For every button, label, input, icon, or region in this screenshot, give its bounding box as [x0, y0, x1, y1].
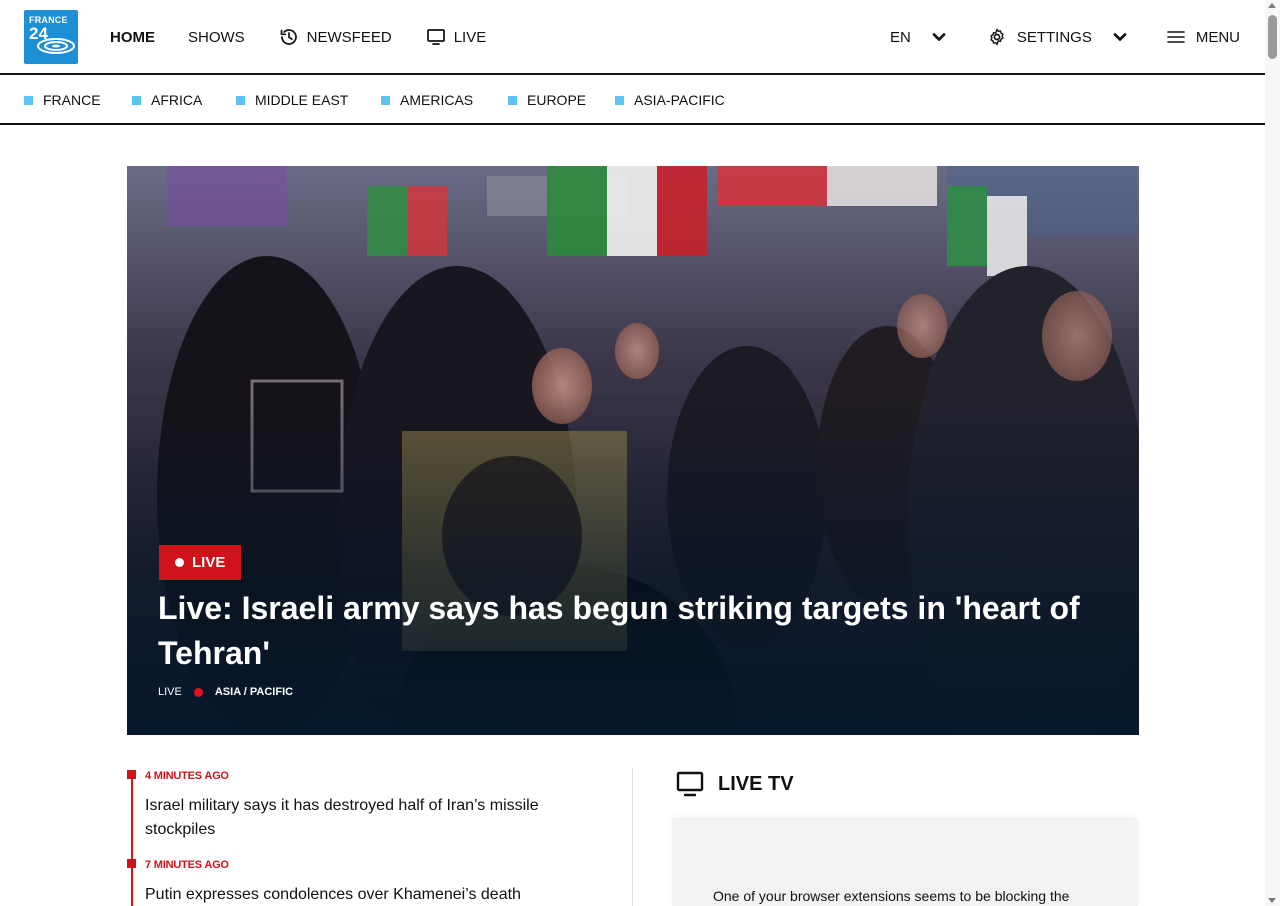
nav-newsfeed-label: NEWSFEED	[306, 28, 392, 46]
menu-label: MENU	[1195, 28, 1240, 46]
settings-label: SETTINGS	[1016, 28, 1092, 46]
scroll-thumb[interactable]	[1268, 15, 1277, 59]
scroll-down-arrow-icon[interactable]	[1268, 898, 1276, 903]
live-dot-icon	[175, 558, 184, 567]
feed-timeline	[131, 772, 133, 906]
hero-meta: LIVE ASIA / PACIFIC	[158, 686, 293, 698]
region-france[interactable]: FRANCE	[24, 92, 101, 108]
region-americas[interactable]: AMERICAS	[381, 92, 473, 108]
region-label: ASIA-PACIFIC	[634, 92, 725, 108]
adblock-message: One of your browser extensions seems to …	[713, 888, 1070, 904]
feed-marker	[127, 770, 136, 779]
chevron-down-icon	[1113, 33, 1127, 41]
header-utilities: EN SETTINGS MENU	[890, 27, 1240, 47]
live-badge: LIVE	[159, 545, 242, 580]
page-scrollbar[interactable]	[1265, 0, 1280, 906]
live-dot-icon	[193, 687, 203, 697]
menu-button[interactable]: MENU	[1166, 27, 1240, 47]
nav-newsfeed[interactable]: NEWSFEED	[279, 27, 392, 47]
hero-headline[interactable]: Live: Israeli army says has begun striki…	[158, 586, 1118, 676]
region-middle-east[interactable]: MIDDLE EAST	[236, 92, 348, 108]
language-label: EN	[889, 28, 911, 46]
france24-logo[interactable]: FRANCE 24	[24, 10, 78, 64]
feed-marker	[127, 859, 136, 868]
history-icon	[280, 29, 297, 45]
region-africa[interactable]: AFRICA	[132, 92, 202, 108]
chevron-down-icon	[932, 33, 946, 41]
scroll-up-arrow-icon[interactable]	[1268, 3, 1276, 8]
region-label: AFRICA	[151, 92, 203, 108]
page: FRANCE 24 HOME SHOWS NEWSFEED LIVE EN SE…	[0, 0, 1280, 906]
monitor-icon	[426, 29, 445, 45]
feed-headline[interactable]: Israel military says it has destroyed ha…	[145, 794, 595, 842]
region-label: MIDDLE EAST	[255, 92, 349, 108]
live-badge-label: LIVE	[192, 554, 226, 571]
nav-live[interactable]: LIVE	[426, 27, 487, 47]
live-feed: 4 MINUTES AGO Israel military says it ha…	[127, 766, 597, 906]
settings-button[interactable]: SETTINGS	[987, 27, 1130, 47]
nav-live-label: LIVE	[453, 28, 487, 46]
feed-time: 7 MINUTES AGO	[145, 859, 229, 871]
top-header: FRANCE 24 HOME SHOWS NEWSFEED LIVE EN SE…	[0, 0, 1265, 75]
main-nav: HOME SHOWS NEWSFEED LIVE	[110, 27, 486, 47]
column-divider	[632, 768, 633, 906]
logo-waves-icon	[37, 38, 75, 54]
region-label: FRANCE	[43, 92, 101, 108]
region-nav: FRANCE AFRICA MIDDLE EAST AMERICAS EUROP…	[0, 75, 1265, 125]
feed-headline[interactable]: Putin expresses condolences over Khamene…	[145, 883, 595, 906]
nav-home[interactable]: HOME	[110, 29, 155, 46]
region-marker	[24, 95, 33, 105]
hamburger-menu-icon	[1167, 31, 1185, 43]
hero-category[interactable]: ASIA / PACIFIC	[215, 686, 293, 698]
region-europe[interactable]: EUROPE	[508, 92, 586, 108]
nav-shows[interactable]: SHOWS	[188, 29, 245, 46]
live-tv-player[interactable]: One of your browser extensions seems to …	[672, 818, 1138, 906]
hero-article[interactable]: LIVE Live: Israeli army says has begun s…	[127, 166, 1139, 735]
region-asia-pacific[interactable]: ASIA-PACIFIC	[615, 92, 725, 108]
region-marker	[508, 95, 517, 105]
live-tv-header: LIVE TV	[676, 771, 794, 797]
language-selector[interactable]: EN	[890, 27, 949, 47]
region-marker	[132, 95, 141, 105]
region-marker	[236, 95, 245, 105]
hero-meta-live: LIVE	[158, 686, 182, 698]
region-label: EUROPE	[527, 92, 587, 108]
region-marker	[615, 95, 624, 105]
gear-icon	[990, 28, 1004, 46]
live-tv-title: LIVE TV	[718, 772, 794, 795]
region-marker	[381, 95, 390, 105]
tv-icon	[676, 771, 704, 797]
region-label: AMERICAS	[400, 92, 474, 108]
feed-time: 4 MINUTES AGO	[145, 770, 229, 782]
